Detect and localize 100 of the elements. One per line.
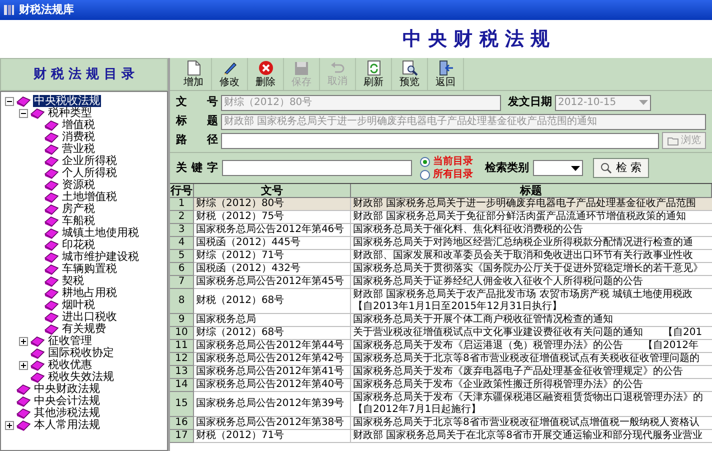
tree-item[interactable]: 营业税 xyxy=(61,143,96,155)
tree-item[interactable]: 有关规费 xyxy=(61,323,107,335)
book-icon xyxy=(44,240,59,250)
plus-icon xyxy=(7,422,12,428)
tree-item[interactable]: 征收管理 xyxy=(47,335,93,347)
tree-item[interactable]: 税种类型 xyxy=(47,107,93,119)
tree-item[interactable]: 车辆购置税 xyxy=(61,263,118,275)
magnifier-document-icon xyxy=(402,60,418,76)
expand-toggle[interactable] xyxy=(5,420,14,430)
book-icon xyxy=(30,372,45,382)
field-label: 发文日期 xyxy=(508,94,552,110)
sidebar-title: 财 税 法 规 目 录 xyxy=(34,66,134,84)
table-cell[interactable]: 财综（2012）68号 xyxy=(194,327,351,340)
toolbar-button[interactable]: 返回 xyxy=(428,58,464,90)
new-document-icon xyxy=(186,60,200,76)
plus-icon xyxy=(21,338,26,344)
table-cell[interactable]: 财税（2012）75号 xyxy=(194,211,351,224)
table-cell[interactable]: 国税函（2012）432号 xyxy=(194,263,351,276)
dropdown-arrow-icon xyxy=(639,100,648,105)
row-number: 16 xyxy=(170,417,194,430)
tree-item[interactable]: 进出口税收 xyxy=(61,311,118,323)
tree-item[interactable]: 城镇土地使用税 xyxy=(61,227,140,239)
table-cell[interactable]: 财税（2012）68号 xyxy=(194,289,351,314)
keyword-label: 关键字 xyxy=(176,160,218,176)
tree-item[interactable]: 印花税 xyxy=(61,239,96,251)
toolbar-button[interactable]: 修改 xyxy=(212,58,248,90)
category-label: 检索类别 xyxy=(485,160,529,176)
table-cell[interactable]: 国家税务总局公告2012年第39号 xyxy=(194,392,351,417)
book-icon xyxy=(44,264,59,274)
tree-item[interactable]: 增值税 xyxy=(61,119,96,131)
collapse-toggle[interactable] xyxy=(19,108,28,118)
table-cell[interactable]: 财综（2012）80号 xyxy=(194,198,351,211)
book-icon xyxy=(16,96,31,106)
book-icon xyxy=(16,420,31,430)
toolbar-button[interactable]: 删除 xyxy=(248,58,284,90)
tree-item[interactable]: 土地增值税 xyxy=(61,191,118,203)
book-icon xyxy=(44,276,59,286)
row-number: 1 xyxy=(170,198,194,211)
exit-door-icon xyxy=(438,60,454,76)
toolbar-button[interactable]: 预览 xyxy=(392,58,428,90)
book-icon xyxy=(30,360,45,370)
row-number: 8 xyxy=(170,289,194,314)
tree-item[interactable]: 房产税 xyxy=(61,203,96,215)
row-number: 15 xyxy=(170,392,194,417)
tree-item[interactable]: 中央财政法规 xyxy=(33,383,101,395)
search-button[interactable]: 检 索 xyxy=(593,158,648,178)
toolbar-button[interactable]: 增加 xyxy=(176,58,212,90)
book-icon xyxy=(44,312,59,322)
table-cell[interactable]: 财综（2012）71号 xyxy=(194,250,351,263)
table-cell[interactable]: 财税（2012）71号 xyxy=(194,430,351,443)
keyword-field[interactable] xyxy=(222,160,412,176)
tree-item[interactable]: 消费税 xyxy=(61,131,96,143)
book-icon xyxy=(44,252,59,262)
book-icon xyxy=(44,132,59,142)
tree-item[interactable]: 车船税 xyxy=(61,215,96,227)
tree-item[interactable]: 烟叶税 xyxy=(61,299,96,311)
tree-item[interactable]: 国际税收协定 xyxy=(47,347,115,359)
tree-item[interactable]: 本人常用法规 xyxy=(33,419,101,431)
book-icon xyxy=(44,156,59,166)
category-dropdown[interactable] xyxy=(533,160,583,176)
tree-item[interactable]: 耕地占用税 xyxy=(61,287,118,299)
book-icon xyxy=(16,396,31,406)
tree-item[interactable]: 中央税收法规 xyxy=(33,95,101,107)
field-label: 路径 xyxy=(176,132,218,148)
book-icon xyxy=(44,204,59,214)
collapse-toggle[interactable] xyxy=(5,96,14,106)
tree-item[interactable]: 个人所得税 xyxy=(61,167,118,179)
tree-item[interactable]: 契税 xyxy=(61,275,85,287)
book-icon xyxy=(16,408,31,418)
delete-icon xyxy=(258,60,274,76)
tree-item[interactable]: 税收失效法规 xyxy=(47,371,115,383)
table-cell-text: 【自2012年7月1日起施行】 xyxy=(353,404,482,416)
search-icon xyxy=(600,162,612,174)
tree-item[interactable]: 城市维护建设税 xyxy=(61,251,140,263)
row-number: 3 xyxy=(170,224,194,237)
book-icon xyxy=(16,384,31,394)
table-cell-text: 【自2013年1月1日至2015年12月31日执行】 xyxy=(353,301,564,313)
path-field[interactable] xyxy=(221,132,659,148)
pen-icon xyxy=(222,60,238,76)
tree-item[interactable]: 税收优惠 xyxy=(47,359,93,371)
expand-toggle[interactable] xyxy=(19,336,28,346)
row-number: 5 xyxy=(170,250,194,263)
book-icon xyxy=(44,288,59,298)
expand-toggle[interactable] xyxy=(19,360,28,370)
table-cell[interactable]: 国税函（2012）445号 xyxy=(194,237,351,250)
row-number: 14 xyxy=(170,379,194,392)
toolbar-button[interactable]: 刷新 xyxy=(356,58,392,90)
refresh-icon xyxy=(366,60,380,76)
book-icon xyxy=(44,324,59,334)
tree-item[interactable]: 资源税 xyxy=(61,179,96,191)
minus-icon xyxy=(7,98,12,104)
tree-item[interactable]: 中央会计法规 xyxy=(33,395,101,407)
tree-item[interactable]: 其他涉税法规 xyxy=(33,407,101,419)
undo-icon xyxy=(330,62,345,74)
tree-item[interactable]: 企业所得税 xyxy=(61,155,118,167)
row-number: 13 xyxy=(170,366,194,379)
book-icon xyxy=(44,192,59,202)
window-title: 财税法规库 xyxy=(19,2,74,18)
book-icon xyxy=(44,168,59,178)
row-number: 7 xyxy=(170,276,194,289)
